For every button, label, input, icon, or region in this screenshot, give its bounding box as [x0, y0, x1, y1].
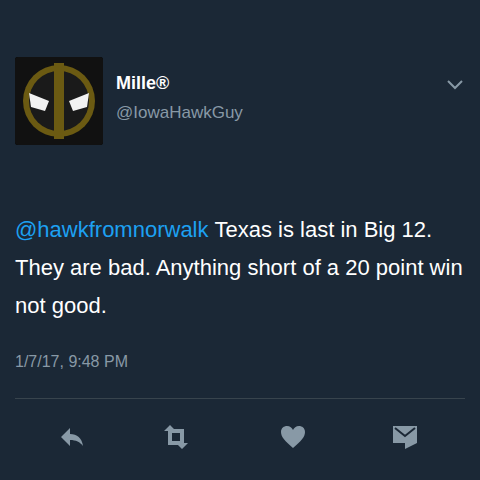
heart-icon[interactable] — [208, 425, 378, 449]
retweet-icon[interactable] — [144, 425, 208, 449]
tweet-timestamp: 1/7/17, 9:48 PM — [0, 351, 480, 373]
divider — [15, 398, 465, 399]
mention-link[interactable]: @hawkfromnorwalk — [15, 217, 209, 242]
tweet-text: @hawkfromnorwalkTexas is last in Big 12.… — [0, 211, 480, 325]
user-info: Mille® @IowaHawkGuy — [116, 57, 446, 125]
action-bar — [0, 399, 480, 475]
direct-message-icon[interactable] — [378, 424, 432, 450]
tweet-view: Mille® @IowaHawkGuy @hawkfromnorwalkTexa… — [0, 0, 480, 480]
reply-icon[interactable] — [0, 426, 144, 448]
tweet-header: Mille® @IowaHawkGuy — [0, 0, 480, 145]
user-handle[interactable]: @IowaHawkGuy — [116, 101, 446, 125]
avatar-icon[interactable] — [15, 57, 103, 145]
user-name[interactable]: Mille® — [116, 71, 446, 95]
chevron-down-icon[interactable] — [446, 57, 468, 91]
